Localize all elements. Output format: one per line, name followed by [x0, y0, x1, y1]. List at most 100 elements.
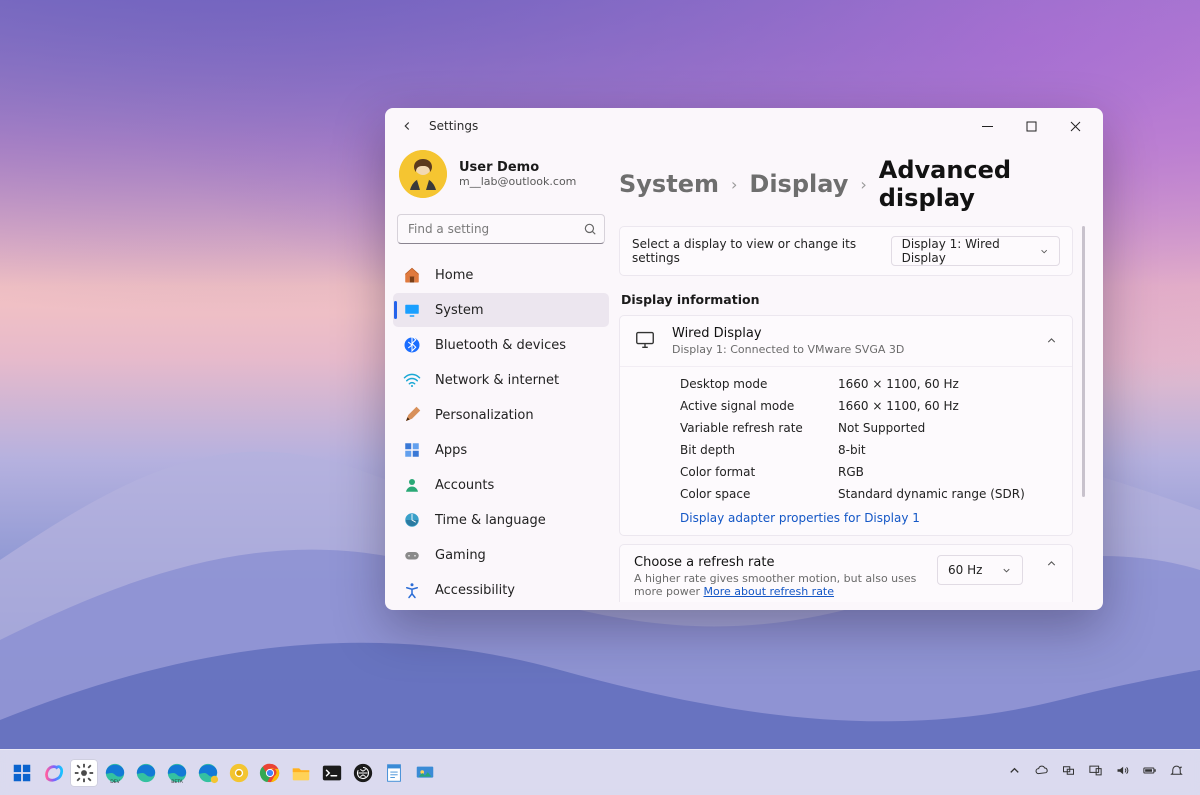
- nav-item-gaming[interactable]: Gaming: [393, 538, 609, 572]
- display-selector-row: Select a display to view or change its s…: [619, 226, 1073, 276]
- nav-item-label: Accounts: [435, 478, 494, 493]
- close-button[interactable]: [1053, 111, 1097, 141]
- monitor-icon: [634, 328, 656, 354]
- nav-item-network[interactable]: Network & internet: [393, 363, 609, 397]
- tray-notifications-icon[interactable]: [1169, 763, 1184, 782]
- nav-item-label: Personalization: [435, 408, 534, 423]
- chevron-down-icon: [1039, 246, 1049, 257]
- taskbar-app-edge-canary[interactable]: [194, 759, 222, 787]
- breadcrumb-system[interactable]: System: [619, 170, 719, 198]
- taskbar-app-edge[interactable]: [132, 759, 160, 787]
- home-icon: [403, 266, 421, 284]
- accounts-icon: [403, 476, 421, 494]
- nav-item-label: System: [435, 303, 483, 318]
- time-icon: [403, 511, 421, 529]
- minimize-button[interactable]: [965, 111, 1009, 141]
- display-info-value: RGB: [838, 465, 864, 479]
- section-display-information: Display information: [621, 292, 1073, 307]
- display-info-body: Desktop mode1660 × 1100, 60 Hz Active sig…: [620, 366, 1072, 535]
- refresh-rate-dropdown[interactable]: 60 Hz: [937, 555, 1023, 585]
- taskbar-app-copilot[interactable]: [39, 759, 67, 787]
- network-icon: [403, 371, 421, 389]
- taskbar-app-edge-dev[interactable]: DEV: [101, 759, 129, 787]
- accessibility-icon: [403, 581, 421, 599]
- nav-item-label: Time & language: [435, 513, 546, 528]
- display-info-row: Color format RGB: [680, 461, 1058, 483]
- refresh-rate-value: 60 Hz: [948, 563, 982, 577]
- display-selector-label: Select a display to view or change its s…: [632, 237, 891, 265]
- display-info-subtitle: Display 1: Connected to VMware SVGA 3D: [672, 343, 904, 356]
- taskbar: DEV BETA: [0, 749, 1200, 795]
- display-info-key: Bit depth: [680, 443, 820, 457]
- display-selector-dropdown[interactable]: Display 1: Wired Display: [891, 236, 1060, 266]
- refresh-rate-card: Choose a refresh rate A higher rate give…: [619, 544, 1073, 602]
- chevron-right-icon: ›: [860, 175, 866, 194]
- settings-window: Settings User Demo m__lab@outlook.com: [385, 108, 1103, 610]
- tray-onedrive-icon[interactable]: [1034, 763, 1049, 782]
- svg-text:DEV: DEV: [110, 779, 120, 784]
- chevron-right-icon: ›: [731, 175, 737, 194]
- taskbar-app-terminal[interactable]: [318, 759, 346, 787]
- display-info-value: Standard dynamic range (SDR): [838, 487, 1025, 501]
- nav-item-accessibility[interactable]: Accessibility: [393, 573, 609, 607]
- display-info-value: 1660 × 1100, 60 Hz: [838, 399, 959, 413]
- taskbar-app-start[interactable]: [8, 759, 36, 787]
- nav-item-label: Apps: [435, 443, 467, 458]
- nav-item-label: Home: [435, 268, 473, 283]
- tray-display-switch-icon[interactable]: [1088, 763, 1103, 782]
- maximize-button[interactable]: [1009, 111, 1053, 141]
- nav-item-apps[interactable]: Apps: [393, 433, 609, 467]
- nav-item-home[interactable]: Home: [393, 258, 609, 292]
- chevron-up-icon: [1045, 332, 1058, 351]
- adapter-properties-link[interactable]: Display adapter properties for Display 1: [680, 505, 1058, 525]
- scrollbar-thumb[interactable]: [1082, 226, 1085, 497]
- chevron-up-icon: [1045, 555, 1058, 574]
- display-info-key: Color space: [680, 487, 820, 501]
- scrollbar-track[interactable]: [1081, 226, 1085, 602]
- refresh-rate-title: Choose a refresh rate: [634, 555, 925, 570]
- taskbar-app-notepad[interactable]: [380, 759, 408, 787]
- nav-item-time[interactable]: Time & language: [393, 503, 609, 537]
- sidebar: User Demo m__lab@outlook.com Home System B…: [385, 144, 617, 610]
- nav-item-label: Gaming: [435, 548, 486, 563]
- display-info-header[interactable]: Wired Display Display 1: Connected to VM…: [620, 316, 1072, 366]
- refresh-rate-learn-more-link[interactable]: More about refresh rate: [704, 585, 835, 598]
- breadcrumb: System › Display › Advanced display: [619, 150, 1085, 226]
- window-title: Settings: [429, 119, 478, 133]
- taskbar-app-screenshot[interactable]: [411, 759, 439, 787]
- taskbar-app-chrome[interactable]: [256, 759, 284, 787]
- taskbar-app-explorer[interactable]: [287, 759, 315, 787]
- search-input[interactable]: [397, 214, 605, 244]
- taskbar-app-settings[interactable]: [70, 759, 98, 787]
- back-button[interactable]: [395, 114, 419, 138]
- avatar: [399, 150, 447, 198]
- nav-item-privacy[interactable]: Privacy & security: [393, 608, 609, 610]
- display-info-row: Bit depth8-bit: [680, 439, 1058, 461]
- nav-item-bluetooth[interactable]: Bluetooth & devices: [393, 328, 609, 362]
- refresh-rate-desc: A higher rate gives smoother motion, but…: [634, 572, 925, 598]
- nav-item-system[interactable]: System: [393, 293, 609, 327]
- taskbar-app-chatgpt[interactable]: [349, 759, 377, 787]
- tray-chevron-up-icon[interactable]: [1007, 763, 1022, 782]
- refresh-rate-header[interactable]: Choose a refresh rate A higher rate give…: [620, 545, 1072, 602]
- profile-email: m__lab@outlook.com: [459, 175, 576, 188]
- taskbar-app-edge-beta[interactable]: BETA: [163, 759, 191, 787]
- nav-item-accounts[interactable]: Accounts: [393, 468, 609, 502]
- display-info-row: Desktop mode1660 × 1100, 60 Hz: [680, 373, 1058, 395]
- display-info-key: Active signal mode: [680, 399, 820, 413]
- profile-block[interactable]: User Demo m__lab@outlook.com: [393, 144, 609, 206]
- tray-battery-icon[interactable]: [1142, 763, 1157, 782]
- breadcrumb-current: Advanced display: [879, 156, 1085, 212]
- nav-item-personalization[interactable]: Personalization: [393, 398, 609, 432]
- display-info-card: Wired Display Display 1: Connected to VM…: [619, 315, 1073, 536]
- display-info-key: Color format: [680, 465, 820, 479]
- gaming-icon: [403, 546, 421, 564]
- apps-icon: [403, 441, 421, 459]
- tray-volume-icon[interactable]: [1115, 763, 1130, 782]
- breadcrumb-display[interactable]: Display: [749, 170, 848, 198]
- display-info-row: Color space Standard dynamic range (SDR): [680, 483, 1058, 505]
- tray-vm-tools-icon[interactable]: [1061, 763, 1076, 782]
- search-box[interactable]: [397, 214, 605, 244]
- taskbar-app-chrome-canary[interactable]: [225, 759, 253, 787]
- display-info-key: Variable refresh rate: [680, 421, 820, 435]
